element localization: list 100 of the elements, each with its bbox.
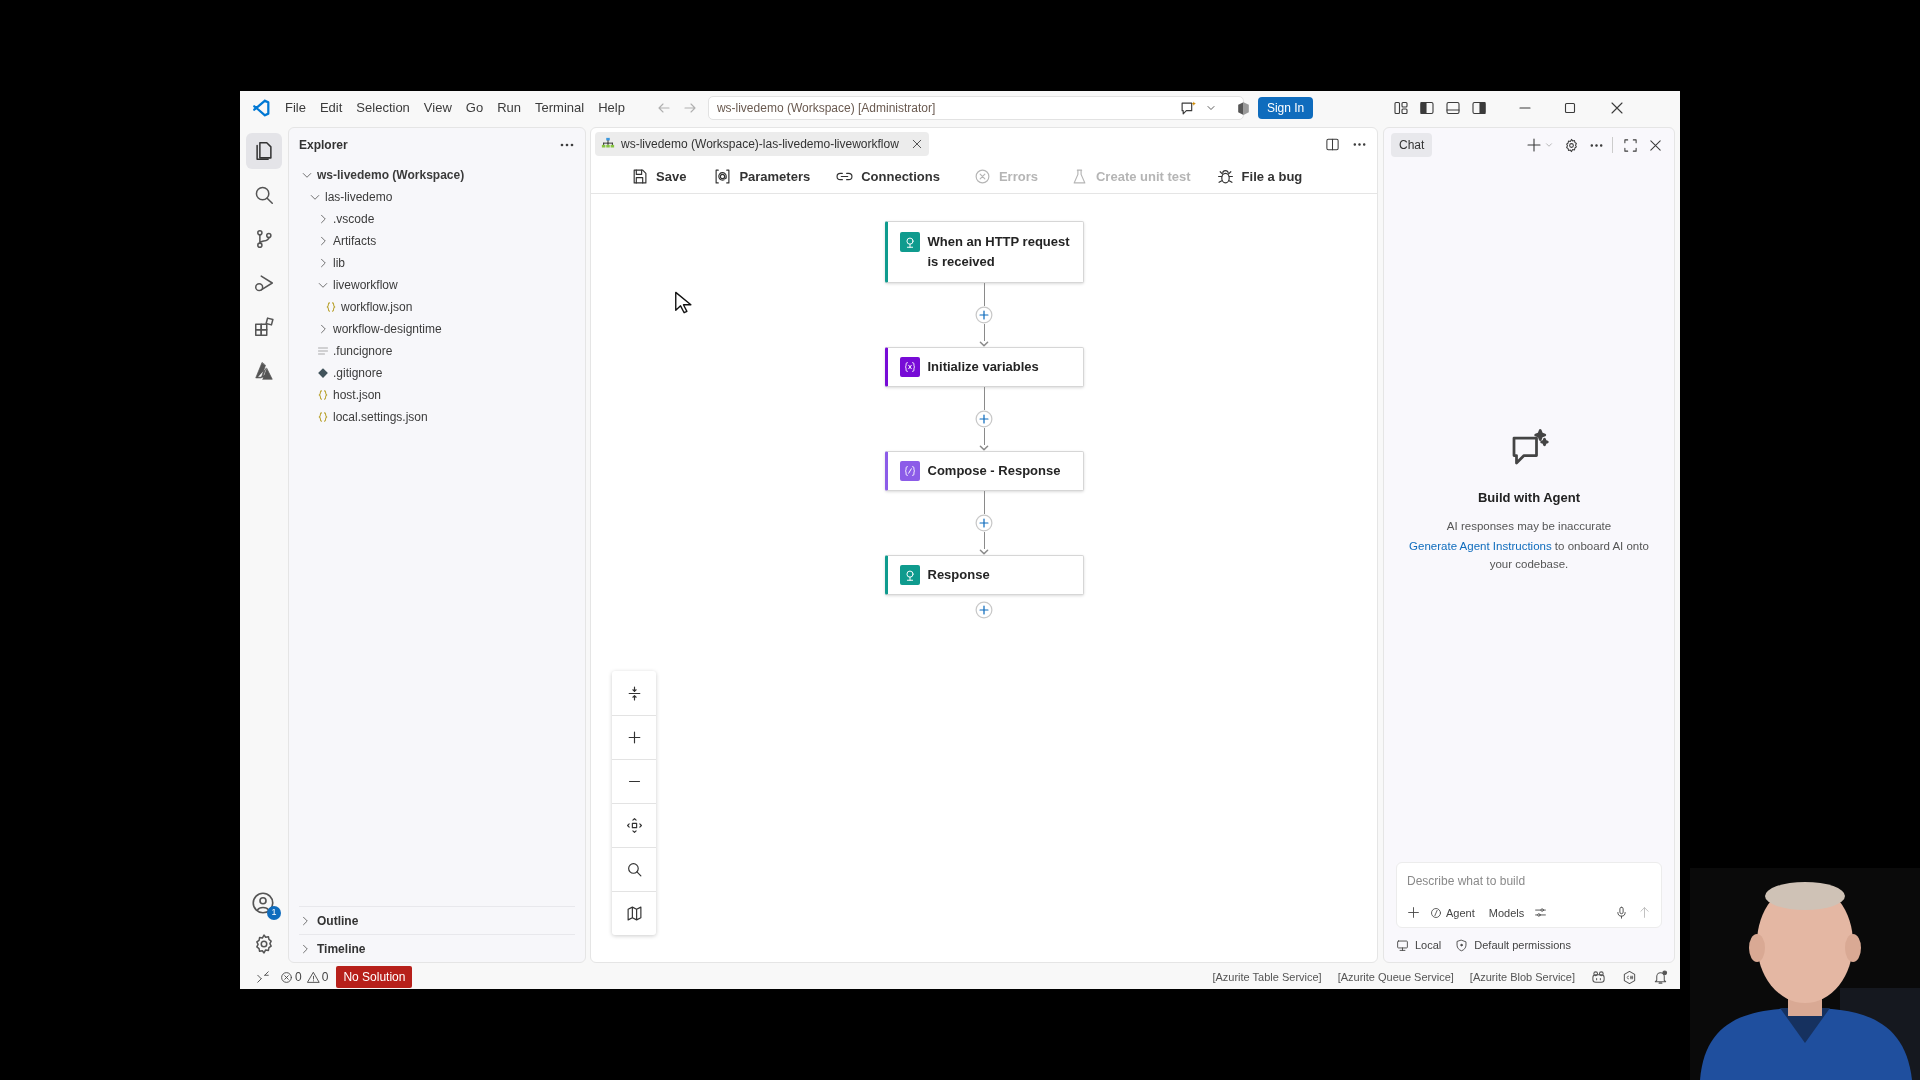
tree-item[interactable]: .funcignore bbox=[289, 340, 585, 362]
explorer-icon[interactable] bbox=[253, 140, 275, 162]
menu-item[interactable]: View bbox=[416, 96, 459, 120]
tree-item[interactable]: lib bbox=[289, 252, 585, 274]
microphone-icon[interactable] bbox=[1615, 906, 1628, 920]
settings-icon[interactable] bbox=[253, 933, 275, 955]
tree-item[interactable]: .gitignore bbox=[289, 362, 585, 384]
arrow-head-icon bbox=[979, 445, 989, 451]
close-icon[interactable] bbox=[1648, 137, 1663, 153]
tree-item[interactable]: liveworkflow bbox=[289, 274, 585, 296]
generate-instructions-link[interactable]: Generate Agent Instructions bbox=[1409, 539, 1552, 552]
notifications-icon[interactable] bbox=[1653, 969, 1668, 985]
shield-icon bbox=[1455, 938, 1469, 952]
tab-title: ws-livedemo (Workspace)-las-livedemo-liveworkflow bbox=[621, 136, 899, 153]
azure-icon[interactable] bbox=[253, 360, 275, 382]
tree-item[interactable]: workflow-designtime bbox=[289, 318, 585, 340]
search-icon[interactable] bbox=[253, 184, 275, 206]
chat-input-box[interactable]: Describe what to build Agent Models bbox=[1396, 862, 1662, 928]
json-file-icon bbox=[317, 411, 329, 423]
add-step-icon[interactable] bbox=[975, 410, 993, 428]
arrow-head-icon bbox=[979, 341, 989, 347]
toolbar-button[interactable]: File a bug bbox=[1216, 166, 1303, 187]
csharp-icon[interactable] bbox=[1622, 969, 1637, 985]
toolbar-button[interactable]: Parameters bbox=[714, 166, 811, 187]
workflow-step-card[interactable]: Response bbox=[884, 555, 1084, 595]
remote-icon[interactable] bbox=[256, 970, 270, 984]
sign-in-button[interactable]: Sign In bbox=[1257, 97, 1314, 119]
toggle-secondary-sidebar-icon[interactable] bbox=[1471, 100, 1488, 116]
tree-item[interactable]: las-livedemo bbox=[289, 186, 585, 208]
workflow-icon bbox=[601, 137, 615, 151]
variable-icon bbox=[899, 357, 920, 377]
chat-sparkle-icon[interactable] bbox=[1179, 99, 1197, 117]
tree-item[interactable]: local.settings.json bbox=[289, 406, 585, 428]
close-icon[interactable] bbox=[910, 138, 923, 150]
status-item[interactable]: [Azurite Table Service] bbox=[1212, 968, 1322, 986]
error-count: 0 bbox=[295, 969, 302, 986]
command-center-field[interactable]: ws-livedemo (Workspace) [Administrator] bbox=[707, 96, 1244, 120]
warning-count: 0 bbox=[321, 969, 329, 986]
add-step-icon[interactable] bbox=[975, 306, 993, 324]
section-header[interactable]: Outline bbox=[299, 906, 575, 934]
workflow-step-card[interactable]: Initialize variables bbox=[884, 347, 1084, 387]
notification-badge: 1 bbox=[267, 906, 281, 920]
menu-item[interactable]: Selection bbox=[349, 96, 417, 120]
toolbar-button[interactable]: Connections bbox=[836, 166, 940, 187]
add-step-icon[interactable] bbox=[975, 514, 993, 532]
panel-title: Explorer bbox=[299, 137, 348, 154]
status-item[interactable]: [Azurite Blob Service] bbox=[1469, 968, 1575, 986]
workflow-step-card[interactable]: Compose - Response bbox=[884, 451, 1084, 491]
add-step-icon[interactable] bbox=[975, 601, 993, 619]
save-icon bbox=[631, 168, 648, 185]
workflow-step-card[interactable]: When an HTTP request is received bbox=[884, 221, 1084, 283]
tree-item[interactable]: .vscode bbox=[289, 208, 585, 230]
solution-status-button[interactable]: No Solution bbox=[336, 966, 413, 988]
menu-item[interactable]: Edit bbox=[312, 96, 350, 120]
menu-item[interactable]: Terminal bbox=[528, 96, 592, 120]
extensions-icon[interactable] bbox=[253, 316, 275, 338]
editor-tab[interactable]: ws-livedemo (Workspace)-las-livedemo-liveworkflow bbox=[595, 132, 929, 156]
local-button[interactable]: Local bbox=[1396, 936, 1442, 954]
search-icon bbox=[625, 861, 643, 878]
menu-item[interactable]: Help bbox=[591, 96, 632, 120]
tree-item[interactable]: Artifacts bbox=[289, 230, 585, 252]
menu-item[interactable]: Go bbox=[458, 96, 491, 120]
add-icon[interactable] bbox=[1407, 906, 1420, 920]
run-debug-icon[interactable] bbox=[253, 272, 275, 294]
tree-item[interactable]: ws-livedemo (Workspace) bbox=[289, 164, 585, 186]
section-header[interactable]: Timeline bbox=[299, 934, 575, 962]
error-icon bbox=[973, 168, 991, 185]
split-editor-icon[interactable] bbox=[1325, 136, 1340, 152]
error-icon bbox=[280, 970, 293, 984]
copilot-status-icon[interactable] bbox=[1591, 969, 1606, 985]
parameters-icon bbox=[714, 168, 732, 185]
models-button[interactable]: Models bbox=[1488, 904, 1525, 921]
tools-icon[interactable] bbox=[1534, 906, 1548, 920]
account-icon bbox=[251, 891, 275, 915]
agent-mode-button[interactable]: Agent bbox=[1430, 904, 1475, 921]
agent-icon bbox=[1430, 906, 1442, 919]
bug-icon bbox=[1216, 168, 1234, 185]
pan-icon bbox=[625, 817, 643, 834]
problems-button[interactable]: 0 0 bbox=[280, 968, 329, 986]
accounts-button[interactable]: 1 bbox=[251, 891, 277, 917]
menu-item[interactable]: File bbox=[278, 96, 313, 120]
status-item[interactable]: [Azurite Queue Service] bbox=[1337, 968, 1454, 986]
arrow-head-icon bbox=[979, 549, 989, 555]
notice-text: AI responses may be inaccurate bbox=[1446, 518, 1612, 534]
git-file-icon bbox=[317, 367, 329, 379]
chat-tab[interactable]: Chat bbox=[1391, 133, 1433, 157]
layout-icon[interactable] bbox=[1393, 100, 1410, 116]
permissions-button[interactable]: Default permissions bbox=[1455, 936, 1571, 954]
add-icon[interactable] bbox=[1526, 137, 1542, 153]
tree-item[interactable]: host.json bbox=[289, 384, 585, 406]
maximize-icon[interactable] bbox=[1623, 137, 1638, 153]
compose-icon bbox=[899, 461, 920, 481]
toggle-sidebar-icon[interactable] bbox=[1419, 100, 1436, 116]
tree-item[interactable]: workflow.json bbox=[289, 296, 585, 318]
warning-icon bbox=[306, 970, 320, 984]
menu-item[interactable]: Run bbox=[490, 96, 528, 120]
toggle-panel-icon[interactable] bbox=[1445, 100, 1462, 116]
chat-heading: Build with Agent bbox=[1477, 489, 1581, 507]
settings-icon[interactable] bbox=[1564, 137, 1579, 153]
toolbar-button[interactable]: Save bbox=[631, 166, 687, 187]
